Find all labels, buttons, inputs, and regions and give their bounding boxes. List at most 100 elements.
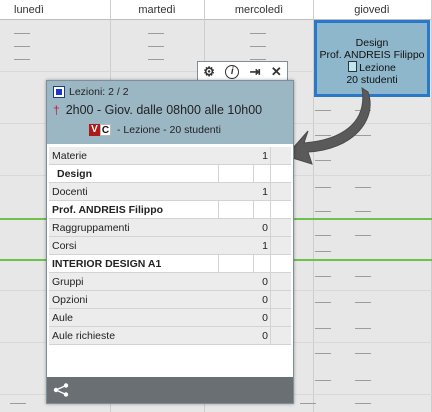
subject-name: Design — [57, 167, 93, 180]
row-docente-item[interactable]: Prof. ANDREIS Filippo — [49, 201, 291, 219]
time-row: † 2h00 - Giov. dalle 08h00 alle 10h00 — [53, 103, 262, 117]
event-card-design[interactable]: Design Prof. ANDREIS Filippo Lezione 20 … — [314, 20, 430, 97]
row-value: 1 — [262, 239, 268, 252]
slot-dash — [250, 46, 266, 47]
row-docenti[interactable]: Docenti 1 — [49, 183, 291, 201]
lessons-count: Lezioni: 2 / 2 — [69, 86, 129, 98]
row-corso-item[interactable]: INTERIOR DESIGN A1 — [49, 255, 291, 273]
row-spacer — [270, 273, 291, 290]
cell-spacer — [253, 255, 270, 272]
course-name: INTERIOR DESIGN A1 — [52, 257, 162, 270]
day-wednesday[interactable]: mercoledì — [204, 4, 314, 16]
slot-dash — [315, 187, 331, 188]
slot-dash — [250, 33, 266, 34]
slot-dash — [355, 211, 371, 212]
day-thursday[interactable]: giovedì — [314, 4, 430, 16]
slot-dash — [355, 110, 371, 111]
slot-dash — [14, 59, 30, 60]
slot-dash — [148, 59, 164, 60]
cell-spacer — [218, 255, 253, 272]
row-materia-item[interactable]: Design — [49, 165, 291, 183]
lessons-count-row: Lezioni: 2 / 2 — [53, 86, 129, 98]
row-opzioni[interactable]: Opzioni 0 — [49, 291, 291, 309]
teacher-name: Prof. ANDREIS Filippo — [52, 203, 164, 216]
slot-dash — [315, 110, 331, 111]
details-list: Materie 1 Design Docenti 1 Prof. ANDREIS… — [49, 147, 291, 345]
slot-dash — [14, 33, 30, 34]
row-raggruppamenti[interactable]: Raggruppamenti 0 — [49, 219, 291, 237]
popup-toolbar: ⚙ i ⇥ ✕ — [197, 61, 288, 82]
row-value: 0 — [262, 311, 268, 324]
slot-dash — [355, 276, 371, 277]
slot-dash — [148, 33, 164, 34]
time-range: 2h00 - Giov. dalle 08h00 alle 10h00 — [65, 103, 263, 117]
row-spacer — [270, 291, 291, 308]
row-label: Aule richieste — [52, 329, 116, 342]
calendar-header: lunedì martedì mercoledì giovedì — [0, 0, 432, 20]
slot-dash — [315, 353, 331, 354]
event-students: 20 studenti — [346, 74, 398, 86]
slot-dash — [315, 235, 331, 236]
slot-dash — [148, 46, 164, 47]
row-value: 0 — [262, 293, 268, 306]
slot-dash — [315, 160, 331, 161]
slot-dash — [315, 135, 331, 136]
slot-dash — [315, 251, 331, 252]
day-tuesday[interactable]: martedì — [110, 4, 204, 16]
row-spacer — [270, 309, 291, 326]
row-label: Gruppi — [52, 275, 84, 288]
slot-dash — [355, 135, 371, 136]
row-gruppi[interactable]: Gruppi 0 — [49, 273, 291, 291]
slot-dash — [315, 302, 331, 303]
cell-spacer — [270, 255, 291, 272]
cell-spacer — [270, 201, 291, 218]
slot-dash — [355, 353, 371, 354]
row-materie[interactable]: Materie 1 — [49, 147, 291, 165]
badge-v: V — [89, 124, 100, 136]
event-title: Design — [355, 37, 389, 49]
row-label: Corsi — [52, 239, 77, 252]
lesson-square-icon — [348, 61, 358, 72]
row-spacer — [270, 237, 291, 254]
slot-dash — [355, 302, 371, 303]
row-value: 0 — [262, 329, 268, 342]
row-value: 1 — [262, 149, 268, 162]
info-icon[interactable]: i — [225, 65, 240, 79]
row-label: Materie — [52, 149, 88, 162]
badge-c: C — [100, 124, 111, 136]
slot-dash — [315, 328, 331, 329]
export-icon[interactable]: ⇥ — [250, 64, 261, 80]
row-spacer — [270, 183, 291, 200]
event-type: Lezione — [359, 62, 396, 74]
row-corsi[interactable]: Corsi 1 — [49, 237, 291, 255]
day-monday[interactable]: lunedì — [4, 4, 54, 16]
row-value: 1 — [262, 185, 268, 198]
slot-dash — [250, 59, 266, 60]
slot-dash — [355, 187, 371, 188]
cell-spacer — [270, 165, 291, 182]
cell-spacer — [218, 201, 253, 218]
slot-dash — [355, 403, 371, 404]
event-teacher: Prof. ANDREIS Filippo — [319, 49, 425, 61]
slot-dash — [14, 46, 30, 47]
clock-icon: † — [53, 103, 60, 117]
share-icon[interactable] — [53, 383, 69, 397]
cell-spacer — [218, 165, 253, 182]
lesson-info: - Lezione - 20 studenti — [117, 124, 221, 136]
row-label: Raggruppamenti — [52, 221, 130, 234]
slot-dash — [315, 276, 331, 277]
row-label: Opzioni — [52, 293, 88, 306]
row-label: Docenti — [52, 185, 88, 198]
slot-dash — [355, 380, 371, 381]
settings-gear-icon[interactable]: ⚙ — [203, 64, 215, 80]
row-value: 0 — [262, 275, 268, 288]
close-icon[interactable]: ✕ — [271, 64, 282, 80]
lesson-blue-icon — [53, 86, 65, 98]
slot-dash — [315, 211, 331, 212]
row-spacer — [270, 219, 291, 236]
row-aule[interactable]: Aule 0 — [49, 309, 291, 327]
row-aule-richieste[interactable]: Aule richieste 0 — [49, 327, 291, 345]
event-type-row: Lezione — [317, 61, 427, 74]
slot-dash — [315, 380, 331, 381]
cell-spacer — [253, 201, 270, 218]
